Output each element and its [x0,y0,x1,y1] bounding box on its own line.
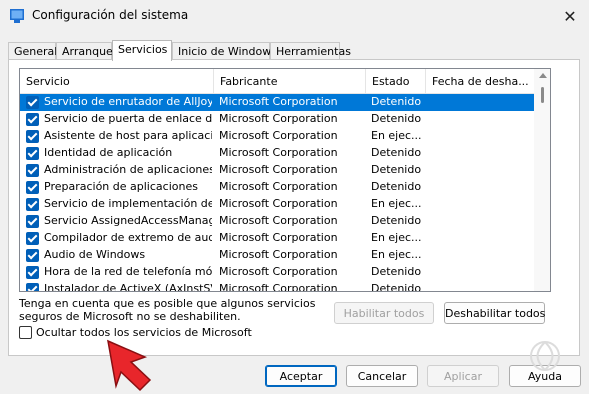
vertical-scrollbar[interactable] [534,69,550,291]
cell-service: Servicio de puerta de enlace de ... [44,112,212,125]
close-icon: ✕ [563,6,577,26]
cell-status: En ejec... [371,248,422,261]
row-checkbox[interactable] [26,130,39,143]
table-row[interactable]: Asistente de host para aplicacio... Micro… [20,128,534,145]
cell-vendor: Microsoft Corporation [219,231,338,244]
row-checkbox[interactable] [26,96,39,109]
cell-service: Servicio AssignedAccessManager [44,214,212,227]
tab-herramientas[interactable]: Herramientas [270,42,351,60]
tab-inicio-windows[interactable]: Inicio de Windows [172,42,277,60]
apply-button[interactable]: Aplicar [427,365,499,387]
cell-service: Servicio de enrutador de AllJoyn [44,95,212,108]
row-checkbox[interactable] [26,147,39,160]
cell-service: Compilador de extremo de audio... [44,231,212,244]
hide-microsoft-checkbox[interactable] [19,326,32,339]
row-checkbox[interactable] [26,198,39,211]
disable-all-button[interactable]: Deshabilitar todos [444,302,545,324]
window-title: Configuración del sistema [32,8,189,22]
cell-vendor: Microsoft Corporation [219,95,338,108]
table-row[interactable]: Servicio de implementación de A... Micros… [20,196,534,213]
title-bar: Configuración del sistema ✕ [0,0,589,32]
column-header-status[interactable]: Estado [366,69,426,94]
scroll-thumb[interactable] [541,87,544,103]
app-icon [10,9,24,23]
row-checkbox[interactable] [26,249,39,262]
row-checkbox[interactable] [26,113,39,126]
cell-service: Servicio de implementación de A... [44,197,212,210]
table-row[interactable]: Hora de la red de telefonía móvil Microso… [20,264,534,281]
row-checkbox[interactable] [26,164,39,177]
cell-vendor: Microsoft Corporation [219,197,338,210]
cell-service: Hora de la red de telefonía móvil [44,265,212,278]
cell-status: En ejec... [371,231,422,244]
enable-all-button[interactable]: Habilitar todos [334,302,434,324]
list-header: Servicio Fabricante Estado Fecha de desh… [20,69,534,94]
table-row[interactable]: Audio de Windows Microsoft Corporation En … [20,247,534,264]
cell-service: Instalador de ActiveX (AxInstSV) [44,282,212,292]
cell-vendor: Microsoft Corporation [219,214,338,227]
tab-arranque[interactable]: Arranque [56,42,113,60]
info-note: Tenga en cuenta que es posible que algun… [19,297,316,323]
row-checkbox[interactable] [26,266,39,279]
cell-status: En ejec... [371,129,422,142]
cell-status: Detenido [371,146,422,159]
cell-vendor: Microsoft Corporation [219,146,338,159]
cell-status: Detenido [371,95,422,108]
ok-button[interactable]: Aceptar [265,365,337,387]
cell-vendor: Microsoft Corporation [219,282,338,292]
cell-vendor: Microsoft Corporation [219,248,338,261]
cell-vendor: Microsoft Corporation [219,129,338,142]
column-header-vendor[interactable]: Fabricante [214,69,366,94]
watermark-logo [530,341,560,371]
cell-service: Audio de Windows [44,248,146,261]
cell-vendor: Microsoft Corporation [219,180,338,193]
table-row[interactable]: Preparación de aplicaciones Microsoft Cor… [20,179,534,196]
services-list[interactable]: Servicio Fabricante Estado Fecha de desh… [19,68,551,292]
table-row[interactable]: Compilador de extremo de audio... Microso… [20,230,534,247]
cell-service: Identidad de aplicación [44,146,173,159]
cell-status: Detenido [371,282,422,292]
table-row[interactable]: Servicio de enrutador de AllJoyn Microsof… [20,94,534,111]
row-checkbox[interactable] [26,215,39,228]
tab-general[interactable]: General [8,42,57,60]
table-row[interactable]: Servicio AssignedAccessManager Microsoft … [20,213,534,230]
cell-status: Detenido [371,214,422,227]
cell-status: Detenido [371,265,422,278]
cell-status: En ejec... [371,197,422,210]
table-row[interactable]: Identidad de aplicación Microsoft Corpora… [20,145,534,162]
column-header-date[interactable]: Fecha de desha... [426,69,534,94]
row-checkbox[interactable] [26,283,39,291]
table-row[interactable]: Instalador de ActiveX (AxInstSV) Microsof… [20,281,534,292]
cell-vendor: Microsoft Corporation [219,112,338,125]
row-checkbox[interactable] [26,181,39,194]
cell-status: Detenido [371,163,422,176]
tab-servicios[interactable]: Servicios [112,40,172,61]
cell-status: Detenido [371,180,422,193]
table-row[interactable]: Administración de aplicaciones Microsoft … [20,162,534,179]
cell-service: Asistente de host para aplicacio... [44,129,212,142]
cell-vendor: Microsoft Corporation [219,265,338,278]
cell-vendor: Microsoft Corporation [219,163,338,176]
scroll-up-icon[interactable] [539,73,547,78]
close-button[interactable]: ✕ [555,3,585,29]
cell-service: Preparación de aplicaciones [44,180,198,193]
table-row[interactable]: Servicio de puerta de enlace de ... Micro… [20,111,534,128]
cancel-button[interactable]: Cancelar [346,365,418,387]
cell-status: Detenido [371,112,422,125]
annotation-arrow-icon [107,339,152,392]
row-checkbox[interactable] [26,232,39,245]
cell-service: Administración de aplicaciones [44,163,212,176]
column-header-service[interactable]: Servicio [20,69,214,94]
